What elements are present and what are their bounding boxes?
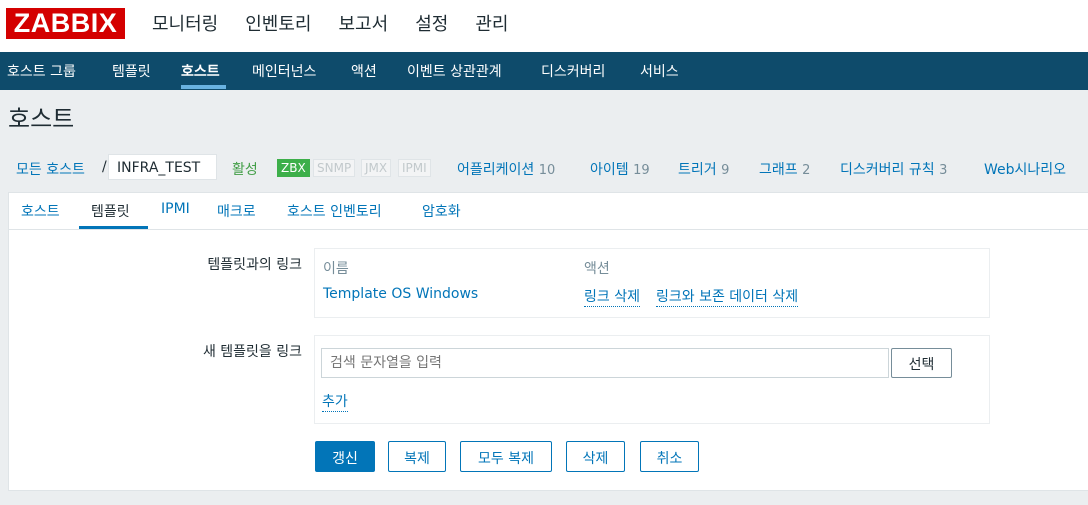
top-header: ZABBIX 모니터링 인벤토리 보고서 설정 관리 [0,0,1088,61]
zabbix-logo[interactable]: ZABBIX [6,8,125,39]
column-action-header: 액션 [584,261,610,277]
main-menu-inventory[interactable]: 인벤토리 [245,10,311,36]
discovery-rules-link[interactable]: 디스커버리 규칙 3 [840,159,947,179]
delete-button[interactable]: 삭제 [566,441,625,472]
sub-menu-host-groups[interactable]: 호스트 그룹 [7,61,76,81]
main-menu-monitoring[interactable]: 모니터링 [152,10,218,36]
web-scenarios-link[interactable]: Web시나리오 [984,159,1066,179]
graphs-link[interactable]: 그래프 2 [759,159,810,179]
tab-host-inventory[interactable]: 호스트 인벤토리 [287,201,382,221]
triggers-link[interactable]: 트리거 9 [678,159,729,179]
sub-menu-discovery[interactable]: 디스커버리 [541,61,605,81]
full-clone-button[interactable]: 모두 복제 [460,441,552,472]
tab-macros[interactable]: 매크로 [217,201,256,221]
availability-jmx: JMX [361,159,392,177]
sub-menu-actions[interactable]: 액션 [351,61,377,81]
main-menu-administration[interactable]: 관리 [475,10,508,36]
main-menu-reports[interactable]: 보고서 [339,10,389,36]
sub-menu: 호스트 그룹 템플릿 호스트 메인터넌스 액션 이벤트 상관관계 디스커버리 서… [0,52,1088,90]
link-new-templates-label: 새 템플릿을 링크 [202,344,302,360]
linked-templates-table: 이름 액션 Template OS Windows 링크 삭제 링크와 보존 데… [314,248,990,318]
main-menu: 모니터링 인벤토리 보고서 설정 관리 [152,10,535,61]
template-search-input[interactable] [321,348,889,378]
sub-menu-event-correlation[interactable]: 이벤트 상관관계 [407,61,502,81]
tab-ipmi[interactable]: IPMI [161,201,190,217]
linked-templates-label: 템플릿과의 링크 [207,257,302,273]
main-menu-configuration[interactable]: 설정 [415,10,448,61]
sub-menu-templates[interactable]: 템플릿 [112,61,151,81]
availability-zbx: ZBX [277,159,310,177]
column-name-header: 이름 [323,261,349,277]
active-tab-indicator [79,226,148,229]
unlink-and-clear-button[interactable]: 링크와 보존 데이터 삭제 [656,286,799,307]
current-host-name[interactable]: INFRA_TEST [108,154,217,180]
host-form-panel: 호스트 템플릿 IPMI 매크로 호스트 인벤토리 암호화 템플릿과의 링크 이… [8,192,1088,491]
select-template-button[interactable]: 선택 [891,348,952,378]
linked-template-name[interactable]: Template OS Windows [323,286,478,302]
breadcrumb-separator: / [102,159,107,175]
active-submenu-underline [181,85,226,89]
items-link[interactable]: 아이템 19 [590,159,650,179]
form-tabs: 호스트 템플릿 IPMI 매크로 호스트 인벤토리 암호화 [9,193,1088,230]
sub-menu-hosts[interactable]: 호스트 [181,61,220,81]
page-title: 호스트 [8,105,75,133]
sub-menu-maintenance[interactable]: 메인터넌스 [252,61,316,81]
availability-ipmi: IPMI [398,159,431,177]
host-navigation: 모든 호스트 / INFRA_TEST 활성 ZBX SNMP JMX IPMI… [0,150,1088,185]
update-button[interactable]: 갱신 [315,441,375,472]
all-hosts-link[interactable]: 모든 호스트 [16,159,85,179]
applications-link[interactable]: 어플리케이션 10 [457,159,555,179]
host-status[interactable]: 활성 [232,159,258,179]
unlink-button[interactable]: 링크 삭제 [584,286,640,307]
clone-button[interactable]: 복제 [388,441,446,472]
tab-templates[interactable]: 템플릿 [91,201,130,221]
tab-encryption[interactable]: 암호화 [422,201,461,221]
cancel-button[interactable]: 취소 [640,441,699,472]
sub-menu-services[interactable]: 서비스 [640,61,679,81]
tab-host[interactable]: 호스트 [21,201,60,221]
add-template-link[interactable]: 추가 [322,391,348,412]
availability-snmp: SNMP [313,159,356,177]
